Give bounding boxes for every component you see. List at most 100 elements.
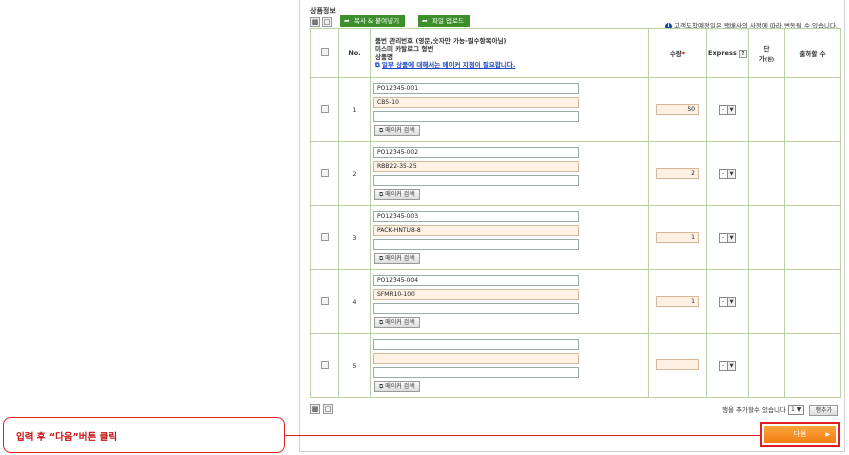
model-number-input[interactable]: CB5-10 — [373, 97, 579, 108]
mgmt-number-input[interactable]: PO12345-001 — [373, 83, 579, 94]
model-number-input[interactable] — [373, 353, 579, 364]
row-checkbox[interactable] — [320, 360, 329, 369]
header-no: No. — [338, 28, 371, 78]
product-name-input[interactable] — [373, 303, 579, 314]
header-item: 품번 관리번호 (영문,숫자만 가능-필수항목아님) 미스미 카탈로그 형번 상… — [370, 28, 649, 78]
maker-notice-link[interactable]: 일부 상품에 대해서는 메이커 지정이 필요합니다. — [382, 61, 515, 69]
express-select[interactable]: - ▼ — [718, 168, 737, 179]
copy-icon[interactable]: □ — [322, 17, 332, 27]
header-item-line1: 품번 관리번호 (영문,숫자만 가능-필수항목아님) — [375, 37, 507, 45]
ship-days-cell — [784, 205, 841, 270]
popup-icon: ⧉ — [379, 127, 384, 134]
callout-text: 입력 후 “다음”버튼 클릭 — [16, 432, 118, 443]
copy-paste-button[interactable]: ➦ 복사 & 붙여넣기 — [340, 15, 406, 27]
trash-icon[interactable]: ▩ — [310, 17, 320, 27]
header-unit-price: 단 가(원) — [748, 28, 785, 78]
next-button[interactable]: 다음 ▶ — [764, 426, 836, 443]
express-select[interactable]: - ▼ — [718, 296, 737, 307]
express-select[interactable]: - ▼ — [718, 104, 737, 115]
maker-search-button[interactable]: ⧉ 메이커 검색 — [374, 189, 420, 200]
table-row: 3 PO12345-003 PACK-HNTU8-8 ⧉ 메이커 검색 1 - ▼ — [310, 205, 841, 270]
unit-price-cell — [748, 141, 785, 206]
table-row: 2 PO12345-002 RBB22-35-25 ⧉ 메이커 검색 2 - ▼ — [310, 141, 841, 206]
mgmt-number-input[interactable]: PO12345-004 — [373, 275, 579, 286]
header-item-line3: 상품명 — [375, 53, 393, 61]
row-number: 4 — [338, 269, 371, 334]
product-name-input[interactable] — [373, 111, 579, 122]
popup-icon: ⧉ — [379, 383, 384, 390]
ship-days-cell — [784, 77, 841, 142]
popup-icon: ⧉ — [379, 319, 384, 326]
mgmt-number-input[interactable] — [373, 339, 579, 350]
quantity-input[interactable] — [656, 359, 699, 370]
popup-icon: ⧉ — [379, 191, 384, 198]
chevron-down-icon: ▼ — [727, 105, 736, 114]
express-select[interactable]: - ▼ — [718, 232, 737, 243]
chevron-down-icon: ▼ — [727, 297, 736, 306]
arrow-icon: ➦ — [344, 17, 350, 25]
table-header-row: No. 품번 관리번호 (영문,숫자만 가능-필수항목아님) 미스미 카탈로그 … — [310, 28, 841, 78]
table-row: 4 PO12345-004 SFMR10-100 ⧉ 메이커 검색 1 - ▼ — [310, 269, 841, 334]
row-number: 5 — [338, 333, 371, 398]
rows-addable-text: 행을 추가할수 있습니다 — [721, 406, 786, 414]
product-name-input[interactable] — [373, 367, 579, 378]
quantity-input[interactable]: 1 — [656, 232, 699, 243]
row-number: 2 — [338, 141, 371, 206]
maker-search-button[interactable]: ⧉ 메이커 검색 — [374, 253, 420, 264]
row-checkbox[interactable] — [320, 168, 329, 177]
row-number: 1 — [338, 77, 371, 142]
header-ship-days: 출하할 수 — [784, 28, 841, 78]
chevron-down-icon: ▼ — [727, 233, 736, 242]
quantity-input[interactable]: 2 — [656, 168, 699, 179]
arrow-icon: ➦ — [422, 17, 428, 25]
file-upload-button[interactable]: ➦ 파일 업로드 — [418, 15, 470, 27]
help-icon[interactable]: ? — [738, 49, 747, 58]
header-express: Express ? — [706, 28, 749, 78]
product-table: No. 품번 관리번호 (영문,숫자만 가능-필수항목아님) 미스미 카탈로그 … — [310, 28, 841, 398]
express-select[interactable]: - ▼ — [718, 360, 737, 371]
maker-search-button[interactable]: ⧉ 메이커 검색 — [374, 125, 420, 136]
maker-search-button[interactable]: ⧉ 메이커 검색 — [374, 381, 420, 392]
row-count-select[interactable]: 1 ▼ — [787, 405, 805, 415]
product-name-input[interactable] — [373, 175, 579, 186]
mgmt-number-input[interactable]: PO12345-002 — [373, 147, 579, 158]
mgmt-number-input[interactable]: PO12345-003 — [373, 211, 579, 222]
trash-icon[interactable]: ▩ — [310, 404, 320, 414]
header-qty: 수량* — [648, 28, 707, 78]
model-number-input[interactable]: RBB22-35-25 — [373, 161, 579, 172]
add-row-area: 행을 추가할수 있습니다 1 ▼ 행추가 — [722, 404, 838, 416]
row-checkbox[interactable] — [320, 232, 329, 241]
ship-days-cell — [784, 333, 841, 398]
bottom-toolbar: ▩ □ — [310, 404, 334, 414]
model-number-input[interactable]: PACK-HNTU8-8 — [373, 225, 579, 236]
ship-days-cell — [784, 269, 841, 334]
select-all-cell — [310, 28, 339, 78]
product-info-panel: 상품정보 ▩ □ ➦ 복사 & 붙여넣기 ➦ 파일 업로드 i 고객도착예정일은 … — [299, 0, 845, 452]
chevron-down-icon: ▼ — [796, 406, 802, 413]
header-item-line2: 미스미 카탈로그 형번 — [375, 45, 434, 53]
unit-price-cell — [748, 333, 785, 398]
ship-days-cell — [784, 141, 841, 206]
section-title: 상품정보 — [310, 7, 336, 15]
table-row: 5 ⧉ 메이커 검색 - ▼ — [310, 333, 841, 398]
quantity-input[interactable]: 1 — [656, 296, 699, 307]
select-all-checkbox[interactable] — [320, 48, 329, 56]
callout-connector — [285, 435, 760, 436]
popup-icon: ⧉ — [379, 255, 384, 262]
add-row-button[interactable]: 행추가 — [809, 404, 838, 416]
instruction-callout: 입력 후 “다음”버튼 클릭 — [3, 417, 285, 453]
maker-search-button[interactable]: ⧉ 메이커 검색 — [374, 317, 420, 328]
quantity-input[interactable]: 50 — [656, 104, 699, 115]
model-number-input[interactable]: SFMR10-100 — [373, 289, 579, 300]
unit-price-cell — [748, 205, 785, 270]
copy-icon[interactable]: □ — [323, 404, 334, 414]
table-row: 1 PO12345-001 CB5-10 ⧉ 메이커 검색 50 - ▼ — [310, 77, 841, 142]
popup-icon: ⧉ — [375, 61, 380, 69]
play-icon: ▶ — [825, 431, 830, 438]
row-checkbox[interactable] — [320, 104, 329, 113]
product-name-input[interactable] — [373, 239, 579, 250]
next-button-highlight: 다음 ▶ — [760, 422, 840, 447]
chevron-down-icon: ▼ — [727, 169, 736, 178]
chevron-down-icon: ▼ — [727, 361, 736, 370]
row-checkbox[interactable] — [320, 296, 329, 305]
